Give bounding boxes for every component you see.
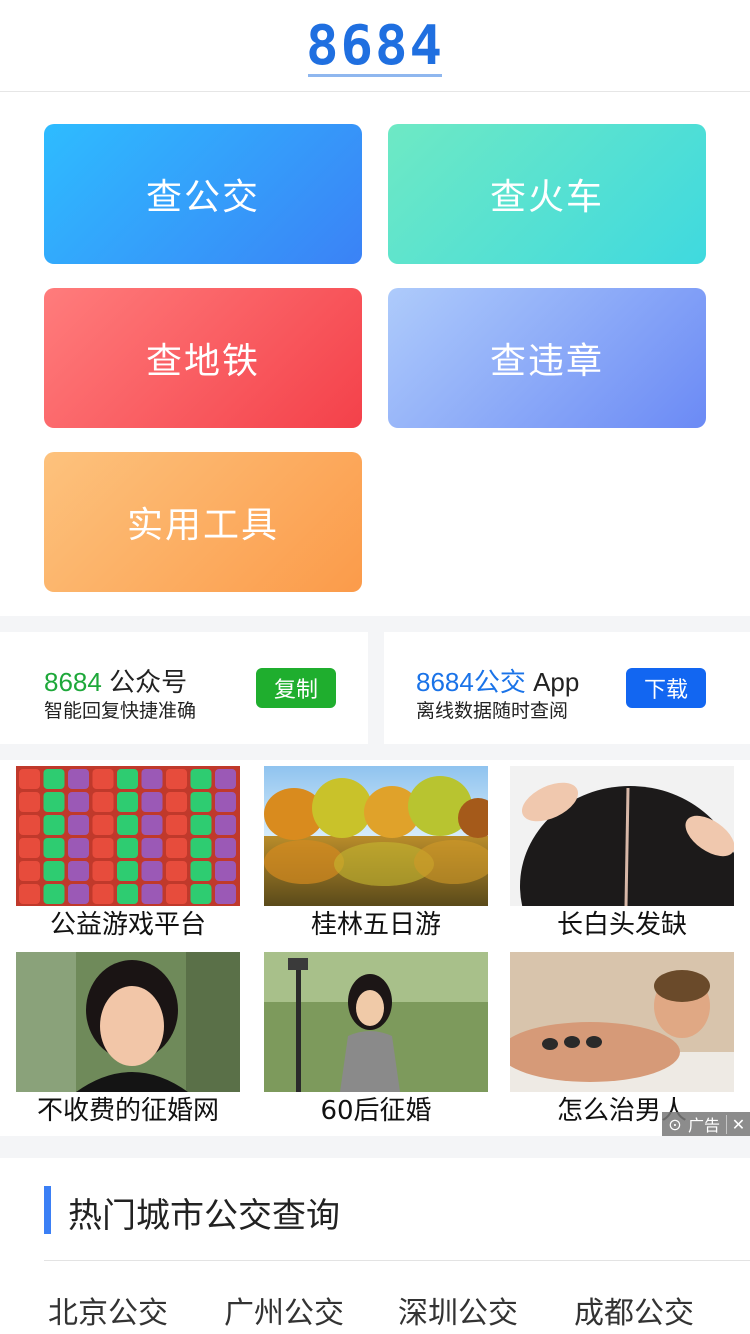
ad-grid: 公益游戏平台 桂林五日游 长白头发缺 不收费的征婚网 60后征婚 怎么治男人 ⊙… [0,760,750,1136]
ad-item[interactable]: 桂林五日游 [264,766,488,940]
promo-title: 8684公交 App [416,662,579,699]
ad-item[interactable]: 不收费的征婚网 [16,952,240,1126]
ad-item[interactable]: 怎么治男人 [510,952,734,1126]
site-logo[interactable]: 8684 [306,18,444,77]
ad-caption: 长白头发缺 [556,910,687,940]
quick-entry-grid: 查公交 查火车 查地铁 查违章 实用工具 [0,92,750,616]
woman-park-image [264,952,488,1092]
promo-title-rest: 公众号 [101,667,188,697]
tile-violation[interactable]: 查违章 [388,288,706,428]
app-header: 8684 [0,0,750,92]
lake-image [264,766,488,906]
tile-bus[interactable]: 查公交 [44,124,362,264]
ad-caption: 桂林五日游 [310,910,441,940]
promo-subtitle: 智能回复快捷准确 [44,700,197,722]
promo-app: 8684公交 App 离线数据随时查阅 下载 [384,632,750,744]
copy-button[interactable]: 复制 [256,668,336,708]
ad-badge[interactable]: ⊙ 广告 ✕ [662,1112,750,1136]
ad-caption: 60后征婚 [320,1096,432,1126]
divider [44,1260,750,1261]
promo-wechat: 8684 公众号 智能回复快捷准确 复制 [0,632,368,744]
promo-title: 8684 公众号 [44,662,187,699]
ad-item[interactable]: 60后征婚 [264,952,488,1126]
section-title: 热门城市公交查询 [68,1196,340,1236]
ad-info-icon: ⊙ [668,1114,682,1134]
ad-caption: 公益游戏平台 [49,910,206,940]
close-icon[interactable]: ✕ [726,1114,750,1134]
ad-item[interactable]: 长白头发缺 [510,766,734,940]
candy-game-image [16,766,240,906]
man-massage-image [510,952,734,1092]
promo-brand: 8684 [44,667,102,697]
ad-label: 广告 [688,1116,721,1135]
city-link-chengdu[interactable]: 成都公交 [574,1288,694,1332]
promo-brand: 8684公交 [416,667,526,697]
tile-train[interactable]: 查火车 [388,124,706,264]
ad-caption: 不收费的征婚网 [36,1096,219,1126]
download-button[interactable]: 下载 [626,668,706,708]
promo-title-rest: App [525,667,580,697]
tile-subway[interactable]: 查地铁 [44,288,362,428]
tile-tools[interactable]: 实用工具 [44,452,362,592]
promo-subtitle: 离线数据随时查阅 [416,700,569,722]
city-link-beijing[interactable]: 北京公交 [48,1288,168,1332]
ad-item[interactable]: 公益游戏平台 [16,766,240,940]
hot-cities-section: 热门城市公交查询 北京公交 广州公交 深圳公交 成都公交 [0,1158,750,1334]
city-link-guangzhou[interactable]: 广州公交 [224,1288,344,1332]
woman-portrait-image [16,952,240,1092]
hair-image [510,766,734,906]
city-link-shenzhen[interactable]: 深圳公交 [398,1288,518,1332]
section-accent-bar [44,1186,51,1234]
